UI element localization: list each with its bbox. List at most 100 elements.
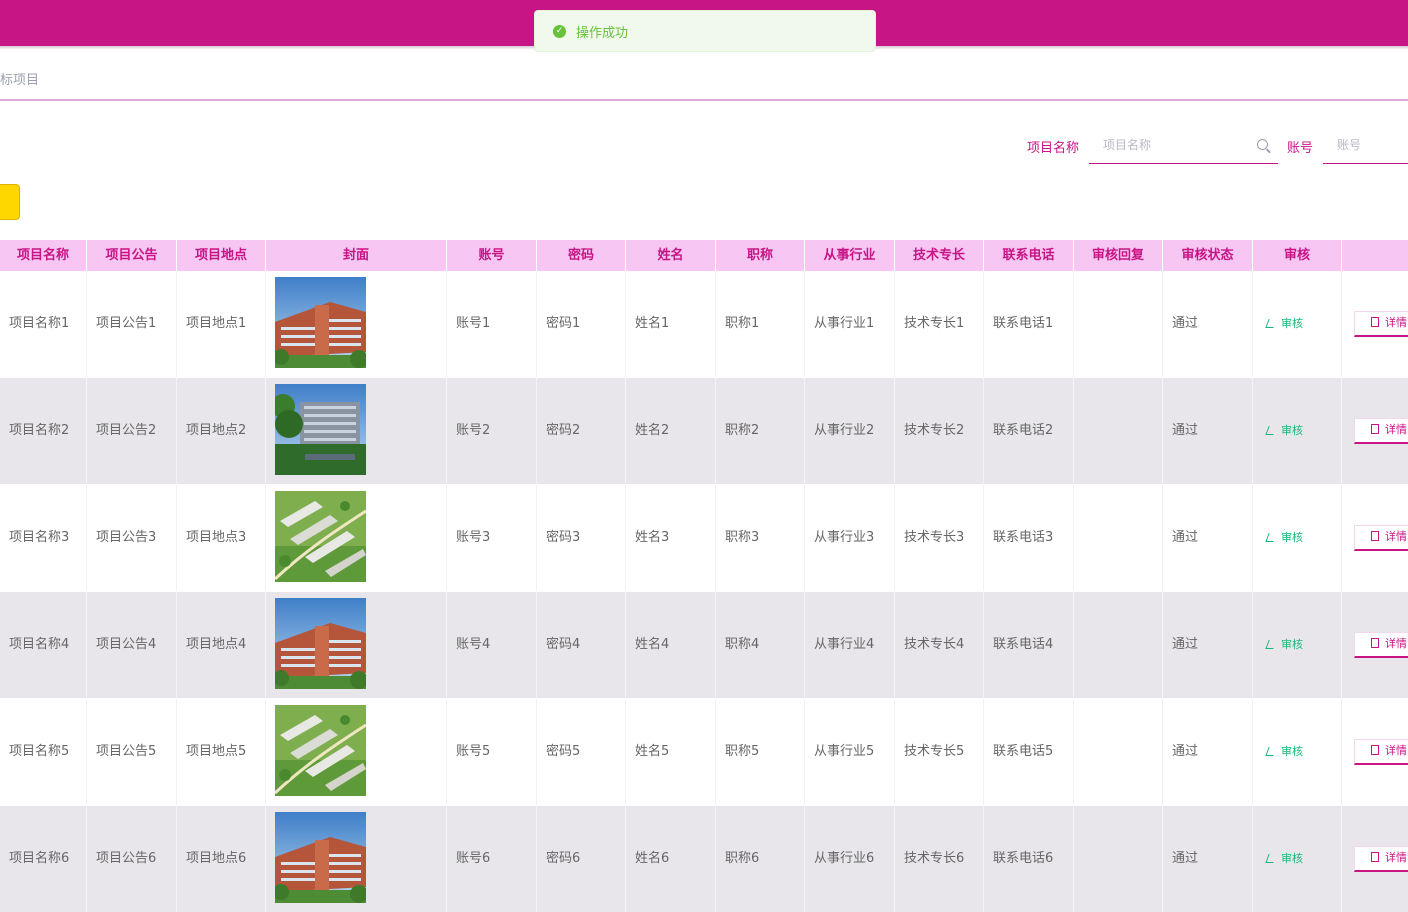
cell-person: 姓名1	[626, 271, 716, 377]
cell-name: 项目名称5	[0, 699, 87, 805]
cell-phone: 联系电话3	[984, 485, 1074, 591]
edit-icon	[1265, 747, 1277, 756]
cell-account: 账号3	[447, 485, 537, 591]
cell-audit: 审核	[1253, 485, 1342, 591]
document-icon	[1371, 531, 1379, 541]
cell-industry: 从事行业6	[805, 806, 895, 912]
column-header-cover: 封面	[266, 240, 447, 271]
project-name-input[interactable]	[1089, 128, 1278, 162]
cell-password: 密码3	[537, 485, 626, 591]
detail-label: 详情	[1385, 744, 1407, 757]
audit-button[interactable]: 审核	[1265, 852, 1303, 865]
cell-skill: 技术专长3	[895, 485, 984, 591]
cell-cover	[266, 378, 447, 484]
cell-detail: 详情	[1342, 592, 1408, 698]
action-button[interactable]	[0, 184, 20, 220]
edit-icon	[1265, 640, 1277, 649]
cell-password: 密码4	[537, 592, 626, 698]
detail-button[interactable]: 详情	[1354, 525, 1408, 551]
cell-location: 项目地点2	[177, 378, 266, 484]
cell-person: 姓名3	[626, 485, 716, 591]
audit-button[interactable]: 审核	[1265, 745, 1303, 758]
search-icon[interactable]	[1257, 139, 1268, 150]
detail-button[interactable]: 详情	[1354, 846, 1408, 872]
audit-button[interactable]: 审核	[1265, 531, 1303, 544]
cell-reply	[1074, 271, 1163, 377]
audit-button[interactable]: 审核	[1265, 424, 1303, 437]
cell-title: 职称4	[716, 592, 805, 698]
cell-password: 密码6	[537, 806, 626, 912]
cell-skill: 技术专长5	[895, 699, 984, 805]
cell-status: 通过	[1163, 271, 1253, 377]
cell-phone: 联系电话1	[984, 271, 1074, 377]
cell-reply	[1074, 378, 1163, 484]
cell-audit: 审核	[1253, 806, 1342, 912]
cell-name: 项目名称4	[0, 592, 87, 698]
detail-label: 详情	[1385, 637, 1407, 650]
detail-button[interactable]: 详情	[1354, 739, 1408, 765]
success-toast: ✓ 操作成功	[534, 10, 876, 52]
audit-label: 审核	[1281, 852, 1303, 865]
column-header-password: 密码	[537, 240, 626, 271]
detail-label: 详情	[1385, 851, 1407, 864]
cell-cover	[266, 592, 447, 698]
account-input[interactable]	[1323, 128, 1408, 162]
document-icon	[1371, 317, 1379, 327]
cell-title: 职称2	[716, 378, 805, 484]
cell-account: 账号4	[447, 592, 537, 698]
cell-cover	[266, 485, 447, 591]
cell-status: 通过	[1163, 806, 1253, 912]
detail-label: 详情	[1385, 316, 1407, 329]
audit-button[interactable]: 审核	[1265, 317, 1303, 330]
cell-cover	[266, 699, 447, 805]
table-row: 项目名称6 项目公告6 项目地点6 账号6 密码6 姓名6 职称6 从事行业6 技术专长6 联系电…	[0, 806, 1408, 912]
cell-password: 密码1	[537, 271, 626, 377]
detail-button[interactable]: 详情	[1354, 632, 1408, 658]
edit-icon	[1265, 533, 1277, 542]
cell-account: 账号2	[447, 378, 537, 484]
cell-industry: 从事行业2	[805, 378, 895, 484]
column-header-notice: 项目公告	[87, 240, 177, 271]
table-row: 项目名称3 项目公告3 项目地点3 账号3 密码3 姓名3 职称3 从事行业3 技术专长3 联系电…	[0, 485, 1408, 591]
cell-name: 项目名称3	[0, 485, 87, 591]
cell-name: 项目名称6	[0, 806, 87, 912]
audit-button[interactable]: 审核	[1265, 638, 1303, 651]
cell-reply	[1074, 592, 1163, 698]
audit-label: 审核	[1281, 531, 1303, 544]
account-label: 账号	[1287, 141, 1314, 156]
column-header-reply: 审核回复	[1074, 240, 1163, 271]
detail-label: 详情	[1385, 423, 1407, 436]
cell-notice: 项目公告1	[87, 271, 177, 377]
cell-reply	[1074, 806, 1163, 912]
document-icon	[1371, 424, 1379, 434]
table-row: 项目名称4 项目公告4 项目地点4 账号4 密码4 姓名4 职称4 从事行业4 技术专长4 联系电…	[0, 592, 1408, 698]
edit-icon	[1265, 426, 1277, 435]
cell-industry: 从事行业3	[805, 485, 895, 591]
cell-reply	[1074, 699, 1163, 805]
cell-phone: 联系电话2	[984, 378, 1074, 484]
cell-industry: 从事行业1	[805, 271, 895, 377]
cell-password: 密码2	[537, 378, 626, 484]
cell-account: 账号1	[447, 271, 537, 377]
cell-phone: 联系电话6	[984, 806, 1074, 912]
document-icon	[1371, 638, 1379, 648]
cell-cover	[266, 806, 447, 912]
cell-location: 项目地点6	[177, 806, 266, 912]
cell-skill: 技术专长6	[895, 806, 984, 912]
cover-image	[275, 812, 366, 903]
cell-detail: 详情	[1342, 378, 1408, 484]
cell-location: 项目地点4	[177, 592, 266, 698]
detail-button[interactable]: 详情	[1354, 418, 1408, 444]
breadcrumb-bar: 标项目	[0, 50, 1408, 101]
cell-password: 密码5	[537, 699, 626, 805]
cell-name: 项目名称2	[0, 378, 87, 484]
edit-icon	[1265, 319, 1277, 328]
cover-image	[275, 384, 366, 475]
cell-reply	[1074, 485, 1163, 591]
detail-button[interactable]: 详情	[1354, 311, 1408, 337]
cell-person: 姓名2	[626, 378, 716, 484]
cell-detail: 详情	[1342, 485, 1408, 591]
cell-detail: 详情	[1342, 806, 1408, 912]
cell-skill: 技术专长1	[895, 271, 984, 377]
column-header-detail	[1342, 240, 1408, 271]
